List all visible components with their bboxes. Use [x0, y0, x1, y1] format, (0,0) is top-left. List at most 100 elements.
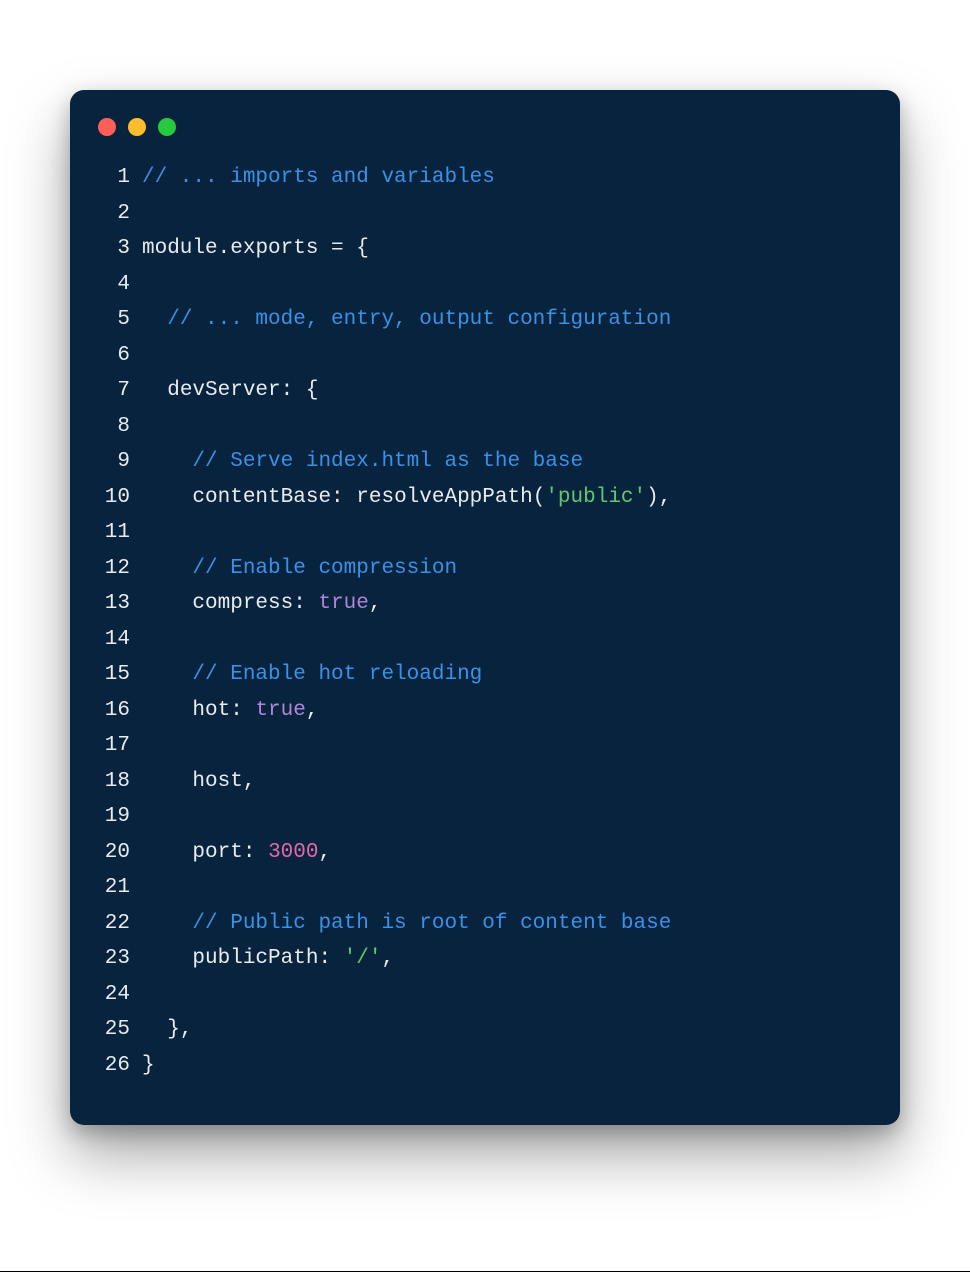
code-line: 2 [90, 196, 880, 232]
code-token [306, 592, 319, 615]
line-number: 9 [90, 444, 142, 480]
code-line: 4 [90, 267, 880, 303]
line-number: 24 [90, 977, 142, 1013]
line-source: // ... imports and variables [142, 160, 880, 196]
page-stage: 1// ... imports and variables 23 module.ex… [0, 0, 970, 1278]
line-source [142, 870, 880, 906]
line-number: 11 [90, 515, 142, 551]
code-token: // Enable hot reloading [192, 663, 482, 686]
line-source: module.exports = { [142, 231, 880, 267]
footer-divider [0, 1271, 970, 1272]
window-titlebar [70, 90, 900, 146]
line-source [142, 728, 880, 764]
line-source [142, 409, 880, 445]
code-token [142, 770, 192, 793]
code-token [142, 308, 167, 331]
line-number: 14 [90, 622, 142, 658]
line-source: // Public path is root of content base [142, 906, 880, 942]
code-token [142, 1018, 167, 1041]
code-line: 7 devServer: { [90, 373, 880, 409]
code-token: hot [192, 699, 230, 722]
code-token: 'public' [545, 486, 646, 509]
code-line: 17 [90, 728, 880, 764]
code-line: 26} [90, 1048, 880, 1084]
code-token: true [255, 699, 305, 722]
code-token [255, 841, 268, 864]
code-line: 10 contentBase: resolveAppPath('public')… [90, 480, 880, 516]
code-token [142, 699, 192, 722]
line-source [142, 622, 880, 658]
code-token: compress [192, 592, 293, 615]
code-token: ( [533, 486, 546, 509]
code-token: : [318, 947, 331, 970]
code-token: publicPath [192, 947, 318, 970]
code-token: = { [318, 237, 368, 260]
code-token: : [243, 841, 256, 864]
line-number: 1 [90, 160, 142, 196]
minimize-icon[interactable] [128, 118, 146, 136]
code-line: 25 }, [90, 1012, 880, 1048]
code-token: { [306, 379, 319, 402]
code-token [142, 592, 192, 615]
code-line: 24 [90, 977, 880, 1013]
line-source: publicPath: '/', [142, 941, 880, 977]
code-token: // ... imports and variables [142, 166, 495, 189]
code-line: 18 host, [90, 764, 880, 800]
code-token: devServer [167, 379, 280, 402]
code-line: 21 [90, 870, 880, 906]
close-icon[interactable] [98, 118, 116, 136]
line-number: 4 [90, 267, 142, 303]
code-line: 12 // Enable compression [90, 551, 880, 587]
code-token: } [142, 1054, 155, 1077]
code-token [331, 947, 344, 970]
line-number: 16 [90, 693, 142, 729]
code-token [142, 947, 192, 970]
code-line: 13 compress: true, [90, 586, 880, 622]
line-source [142, 196, 880, 232]
code-token [142, 841, 192, 864]
code-line: 16 hot: true, [90, 693, 880, 729]
code-token: host [192, 770, 242, 793]
line-number: 5 [90, 302, 142, 338]
line-source [142, 338, 880, 374]
code-token: : [331, 486, 344, 509]
line-number: 2 [90, 196, 142, 232]
code-token: true [318, 592, 368, 615]
code-area: 1// ... imports and variables 23 module.ex… [70, 146, 900, 1083]
code-line: 15 // Enable hot reloading [90, 657, 880, 693]
code-token: contentBase [192, 486, 331, 509]
code-token: '/' [344, 947, 382, 970]
code-token: ), [646, 486, 671, 509]
line-source [142, 799, 880, 835]
code-token: : [293, 592, 306, 615]
line-number: 8 [90, 409, 142, 445]
code-token [344, 486, 357, 509]
zoom-icon[interactable] [158, 118, 176, 136]
line-source: host, [142, 764, 880, 800]
code-token: module [142, 237, 218, 260]
code-token [142, 557, 192, 580]
code-line: 11 [90, 515, 880, 551]
line-number: 6 [90, 338, 142, 374]
line-number: 23 [90, 941, 142, 977]
code-token [142, 663, 192, 686]
line-source: contentBase: resolveAppPath('public'), [142, 480, 880, 516]
line-number: 18 [90, 764, 142, 800]
line-number: 20 [90, 835, 142, 871]
line-source [142, 267, 880, 303]
line-source: }, [142, 1012, 880, 1048]
line-source: // Serve index.html as the base [142, 444, 880, 480]
code-line: 23 publicPath: '/', [90, 941, 880, 977]
code-line: 14 [90, 622, 880, 658]
code-token: : [281, 379, 294, 402]
code-line: 8 [90, 409, 880, 445]
code-token: resolveAppPath [356, 486, 532, 509]
code-token: // Public path is root of content base [192, 912, 671, 935]
line-source: devServer: { [142, 373, 880, 409]
line-number: 21 [90, 870, 142, 906]
code-line: 9 // Serve index.html as the base [90, 444, 880, 480]
code-token: , [381, 947, 394, 970]
code-token: // ... mode, entry, output configuration [167, 308, 671, 331]
code-line: 1// ... imports and variables [90, 160, 880, 196]
code-token [293, 379, 306, 402]
